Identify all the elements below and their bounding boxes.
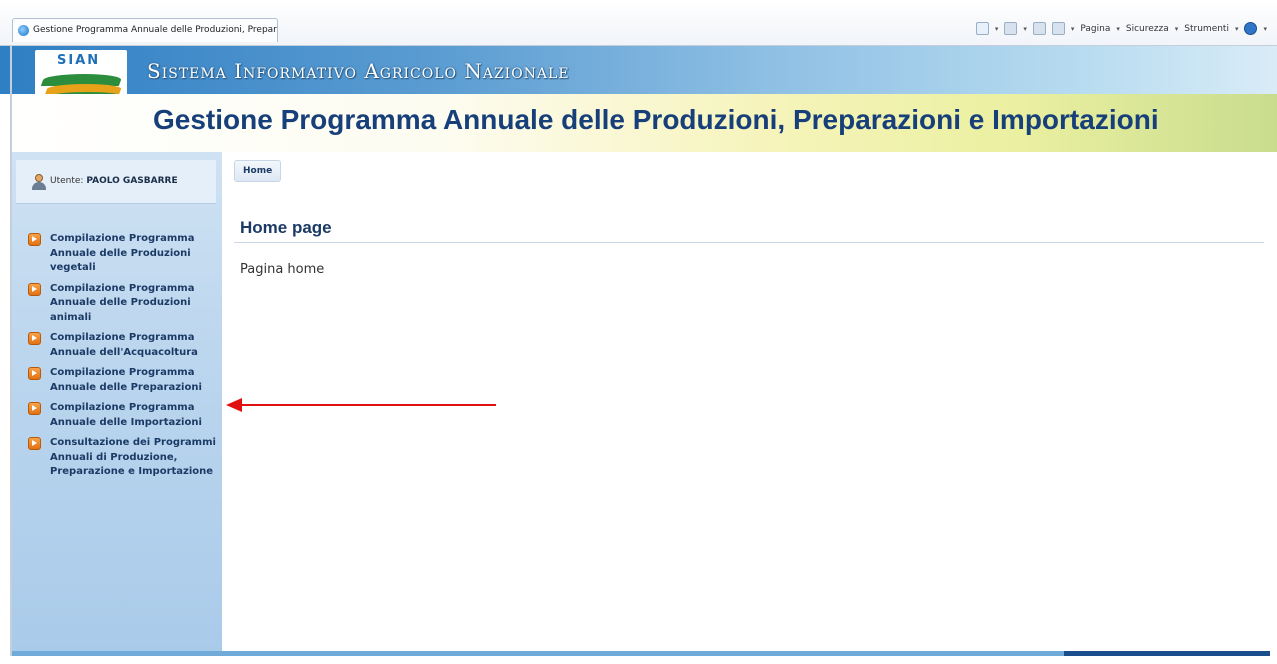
arrow-right-icon	[28, 402, 41, 415]
page-title: Home page	[240, 218, 332, 237]
strumenti-menu[interactable]: Strumenti	[1184, 24, 1229, 34]
user-name: PAOLO GASBARRE	[86, 176, 178, 186]
user-info: Utente: PAOLO GASBARRE	[50, 176, 178, 186]
breadcrumb-home[interactable]: Home	[234, 160, 282, 182]
user-box: Utente: PAOLO GASBARRE	[16, 160, 216, 204]
help-icon[interactable]	[1244, 22, 1258, 35]
sidebar-menu: Compilazione Programma Annuale delle Pro…	[28, 232, 218, 486]
arrow-right-icon	[28, 437, 41, 450]
chevron-down-icon[interactable]: ▾	[1023, 25, 1027, 33]
sidebar-item-preparazioni[interactable]: Compilazione Programma Annuale delle Pre…	[28, 366, 218, 395]
sidebar-item-importazioni[interactable]: Compilazione Programma Annuale delle Imp…	[28, 401, 218, 430]
chevron-down-icon[interactable]: ▾	[1263, 25, 1267, 33]
sidebar-item-consultazione[interactable]: Consultazione dei Programmi Annuali di P…	[28, 436, 218, 480]
red-arrow-line	[240, 404, 496, 406]
user-label: Utente:	[50, 176, 84, 186]
user-icon	[32, 174, 46, 190]
browser-tab-bar: Gestione Programma Annuale delle Produzi…	[0, 0, 1277, 46]
app-title: Gestione Programma Annuale delle Produzi…	[153, 104, 1159, 135]
arrow-right-icon	[28, 282, 41, 296]
sidebar-item-label[interactable]: Compilazione Programma Annuale delle Pre…	[50, 367, 202, 393]
arrow-right-icon	[28, 233, 41, 246]
home-icon[interactable]	[975, 22, 989, 35]
sidebar-item-label[interactable]: Compilazione Programma Annuale delle Pro…	[50, 233, 194, 273]
chevron-down-icon[interactable]: ▾	[1071, 25, 1075, 33]
footer-bar-accent	[1064, 651, 1270, 656]
logo-text: SIAN	[57, 53, 101, 68]
app-header: SIAN Sistema Informativo Agricolo Nazion…	[0, 46, 1277, 152]
screen: Gestione Programma Annuale delle Produzi…	[0, 0, 1277, 664]
ie-page-icon	[18, 25, 29, 36]
browser-tab[interactable]: Gestione Programma Annuale delle Produzi…	[12, 18, 278, 42]
title-divider	[234, 242, 1264, 243]
arrow-right-icon	[28, 367, 41, 380]
arrow-right-icon	[28, 332, 41, 345]
chevron-down-icon[interactable]: ▾	[995, 25, 999, 33]
sidebar-item-acquacoltura[interactable]: Compilazione Programma Annuale dell'Acqu…	[28, 331, 218, 360]
feeds-icon[interactable]	[1004, 22, 1018, 35]
sidebar-item-label[interactable]: Compilazione Programma Annuale delle Pro…	[50, 283, 194, 323]
page-body-text: Pagina home	[240, 262, 325, 277]
browser-tab-title: Gestione Programma Annuale delle Produzi…	[33, 25, 278, 35]
sidebar-item-label[interactable]: Compilazione Programma Annuale delle Imp…	[50, 402, 202, 428]
chevron-down-icon[interactable]: ▾	[1235, 25, 1239, 33]
browser-command-bar: ▾ ▾ ▾ Pagina ▾ Sicurezza ▾ Strumenti ▾ ▾	[975, 22, 1267, 35]
sicurezza-menu[interactable]: Sicurezza	[1126, 24, 1169, 34]
mail-icon[interactable]	[1032, 22, 1046, 35]
chevron-down-icon[interactable]: ▾	[1116, 25, 1120, 33]
print-icon[interactable]	[1051, 22, 1065, 35]
chevron-down-icon[interactable]: ▾	[1175, 25, 1179, 33]
system-name: Sistema Informativo Agricolo Nazionale	[147, 59, 570, 83]
sidebar: Utente: PAOLO GASBARRE Compilazione Prog…	[12, 152, 222, 652]
sidebar-item-label[interactable]: Consultazione dei Programmi Annuali di P…	[50, 437, 216, 477]
sidebar-item-label[interactable]: Compilazione Programma Annuale dell'Acqu…	[50, 332, 198, 358]
sidebar-item-produzioni-vegetali[interactable]: Compilazione Programma Annuale delle Pro…	[28, 232, 218, 276]
pagina-menu[interactable]: Pagina	[1080, 24, 1110, 34]
sidebar-item-produzioni-animali[interactable]: Compilazione Programma Annuale delle Pro…	[28, 282, 218, 326]
